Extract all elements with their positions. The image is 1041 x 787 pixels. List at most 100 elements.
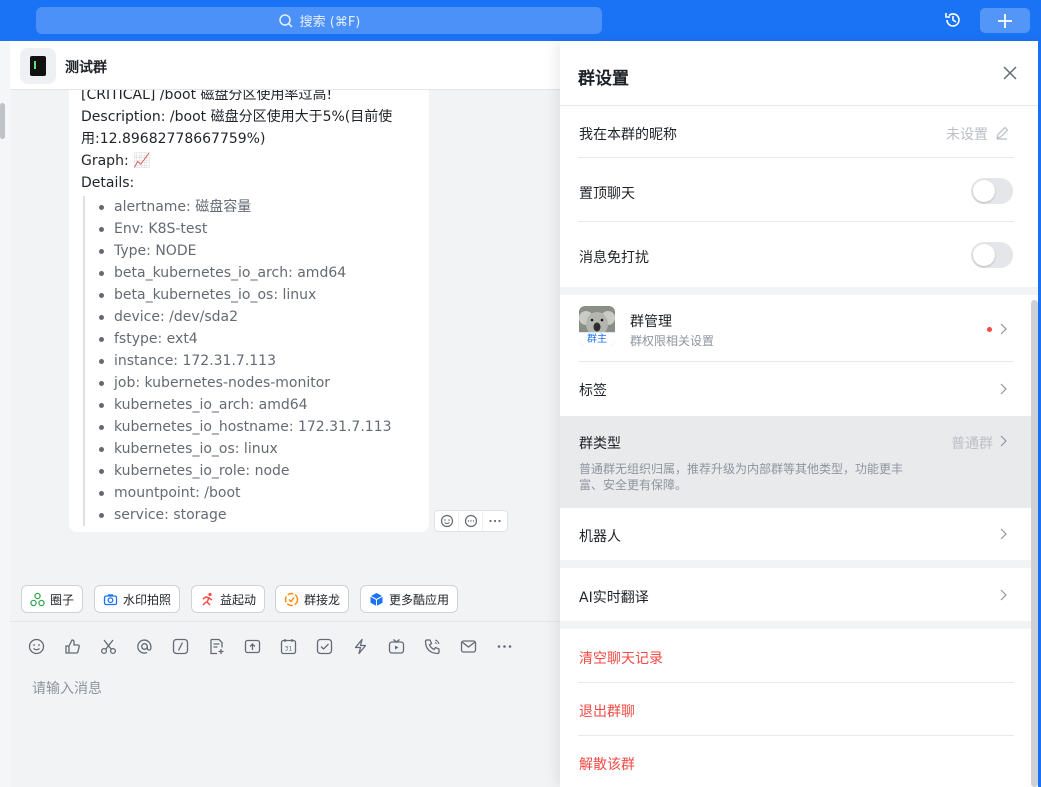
edit-icon[interactable]	[995, 126, 1009, 140]
dissolve-group-button[interactable]: 解散该群	[579, 754, 635, 774]
group-type-value: 普通群	[951, 436, 993, 452]
emoji-icon	[28, 638, 45, 654]
history-icon[interactable]	[943, 10, 963, 30]
list-item: device: /dev/sda2	[97, 306, 417, 328]
command-button[interactable]	[172, 636, 208, 656]
divider	[578, 221, 1014, 222]
app-chip-relay[interactable]: 群接龙	[275, 585, 350, 613]
divider	[578, 682, 1014, 683]
tags-label[interactable]: 标签	[579, 380, 607, 400]
drawer-scrollbar[interactable]	[1031, 300, 1038, 787]
group-type-label: 群类型	[579, 436, 621, 452]
owner-avatar: 群主	[579, 306, 615, 346]
thumbs-up-icon	[65, 638, 80, 654]
file-button[interactable]	[244, 636, 280, 656]
robot-label[interactable]: 机器人	[579, 526, 621, 546]
divider	[578, 361, 1014, 362]
app-chip-camera[interactable]: 水印拍照	[94, 585, 181, 613]
list-item: kubernetes_io_arch: amd64	[97, 394, 417, 416]
nickname-label: 我在本群的昵称	[579, 127, 677, 143]
apps-cube-icon	[370, 592, 383, 606]
exit-group-button[interactable]: 退出群聊	[579, 701, 635, 721]
relay-icon	[284, 592, 299, 606]
folder-upload-icon	[244, 639, 261, 653]
camera-icon	[103, 593, 118, 605]
tv-live-icon	[388, 638, 405, 654]
search-box[interactable]: 搜索 (⌘F)	[36, 7, 602, 34]
svg-text:31: 31	[285, 645, 293, 652]
graph-link[interactable]: Graph: 📈	[81, 150, 417, 172]
close-icon[interactable]	[1002, 65, 1018, 81]
ding-button[interactable]	[352, 636, 388, 656]
nickname-value[interactable]: 未设置	[946, 124, 988, 144]
document-add-icon	[210, 638, 224, 654]
app-chip-label: 益起动	[220, 592, 257, 607]
list-item: beta_kubernetes_io_arch: amd64	[97, 262, 417, 284]
pin-chat-label: 置顶聊天	[579, 186, 635, 202]
mute-toggle[interactable]	[971, 242, 1013, 268]
owner-badge: 群主	[579, 332, 615, 346]
circle-app-icon	[30, 592, 45, 606]
drawer-title: 群设置	[578, 69, 629, 89]
create-button[interactable]	[980, 8, 1030, 33]
call-button[interactable]	[424, 636, 460, 656]
reaction-button[interactable]	[435, 511, 459, 531]
quick-apps-row: 圈子 水印拍照 益起动 群接龙 更多酷应用	[10, 580, 560, 622]
divider	[578, 157, 1014, 158]
pin-chat-toggle[interactable]	[971, 178, 1013, 204]
screenshot-button[interactable]	[100, 636, 136, 656]
message-title: [CRITICAL] /boot 磁盘分区使用率过高!	[81, 90, 333, 103]
group-type-desc-1: 普通群无组织归属，推荐升级为内部群等其他类型，功能更丰	[579, 462, 904, 476]
group-avatar[interactable]	[20, 48, 56, 84]
emoji-button[interactable]	[28, 636, 64, 656]
app-chip-label: 水印拍照	[123, 592, 172, 607]
composer: 31 请输入消息	[10, 622, 560, 787]
list-item: Type: NODE	[97, 240, 417, 262]
app-chip-label: 圈子	[50, 592, 75, 607]
section-gap	[560, 621, 1038, 629]
at-icon	[137, 638, 152, 654]
group-manage-label[interactable]: 群管理	[630, 311, 672, 331]
message-input[interactable]: 请输入消息	[32, 678, 102, 698]
comment-icon	[464, 514, 477, 528]
chevron-right-icon[interactable]	[999, 383, 1007, 395]
list-item: kubernetes_io_hostname: 172.31.7.113	[97, 416, 417, 438]
more-icon	[497, 644, 512, 648]
section-gap	[560, 560, 1038, 568]
composer-toolbar: 31	[28, 636, 532, 656]
mail-button[interactable]	[460, 636, 496, 656]
reply-button[interactable]	[459, 511, 483, 531]
checkbox-icon	[316, 638, 333, 654]
scrollbar[interactable]	[0, 103, 5, 139]
app-chip-label: 群接龙	[304, 592, 341, 607]
chevron-right-icon[interactable]	[999, 323, 1007, 335]
doc-button[interactable]	[208, 636, 244, 656]
live-button[interactable]	[388, 636, 424, 656]
ai-translate-label[interactable]: AI实时翻译	[579, 587, 649, 607]
calendar-button[interactable]: 31	[280, 636, 316, 656]
more-tools-button[interactable]	[496, 636, 532, 656]
app-chip-run[interactable]: 益起动	[191, 585, 266, 613]
mention-button[interactable]	[136, 636, 172, 656]
chevron-right-icon[interactable]	[999, 589, 1007, 601]
message-actions	[434, 510, 508, 532]
like-button[interactable]	[64, 636, 100, 656]
plus-icon	[998, 13, 1012, 28]
chevron-right-icon[interactable]	[999, 435, 1007, 447]
clear-history-button[interactable]: 清空聊天记录	[579, 648, 663, 668]
chat-header: 测试群	[10, 41, 560, 90]
message-description-1: Description: /boot 磁盘分区使用大于5%(目前使	[81, 109, 393, 125]
more-button[interactable]	[483, 511, 507, 531]
left-edge	[0, 41, 10, 787]
group-name[interactable]: 测试群	[65, 57, 107, 77]
message-list: [CRITICAL] /boot 磁盘分区使用率过高! Description:…	[10, 90, 560, 580]
app-chip-circle[interactable]: 圈子	[21, 585, 84, 613]
mail-icon	[460, 639, 477, 653]
app-chip-more-apps[interactable]: 更多酷应用	[360, 585, 459, 613]
chevron-right-icon[interactable]	[999, 528, 1007, 540]
list-item: instance: 172.31.7.113	[97, 350, 417, 372]
list-item: beta_kubernetes_io_os: linux	[97, 284, 417, 306]
task-button[interactable]	[316, 636, 352, 656]
scissors-icon	[100, 639, 117, 654]
search-placeholder: 搜索 (⌘F)	[299, 15, 361, 30]
